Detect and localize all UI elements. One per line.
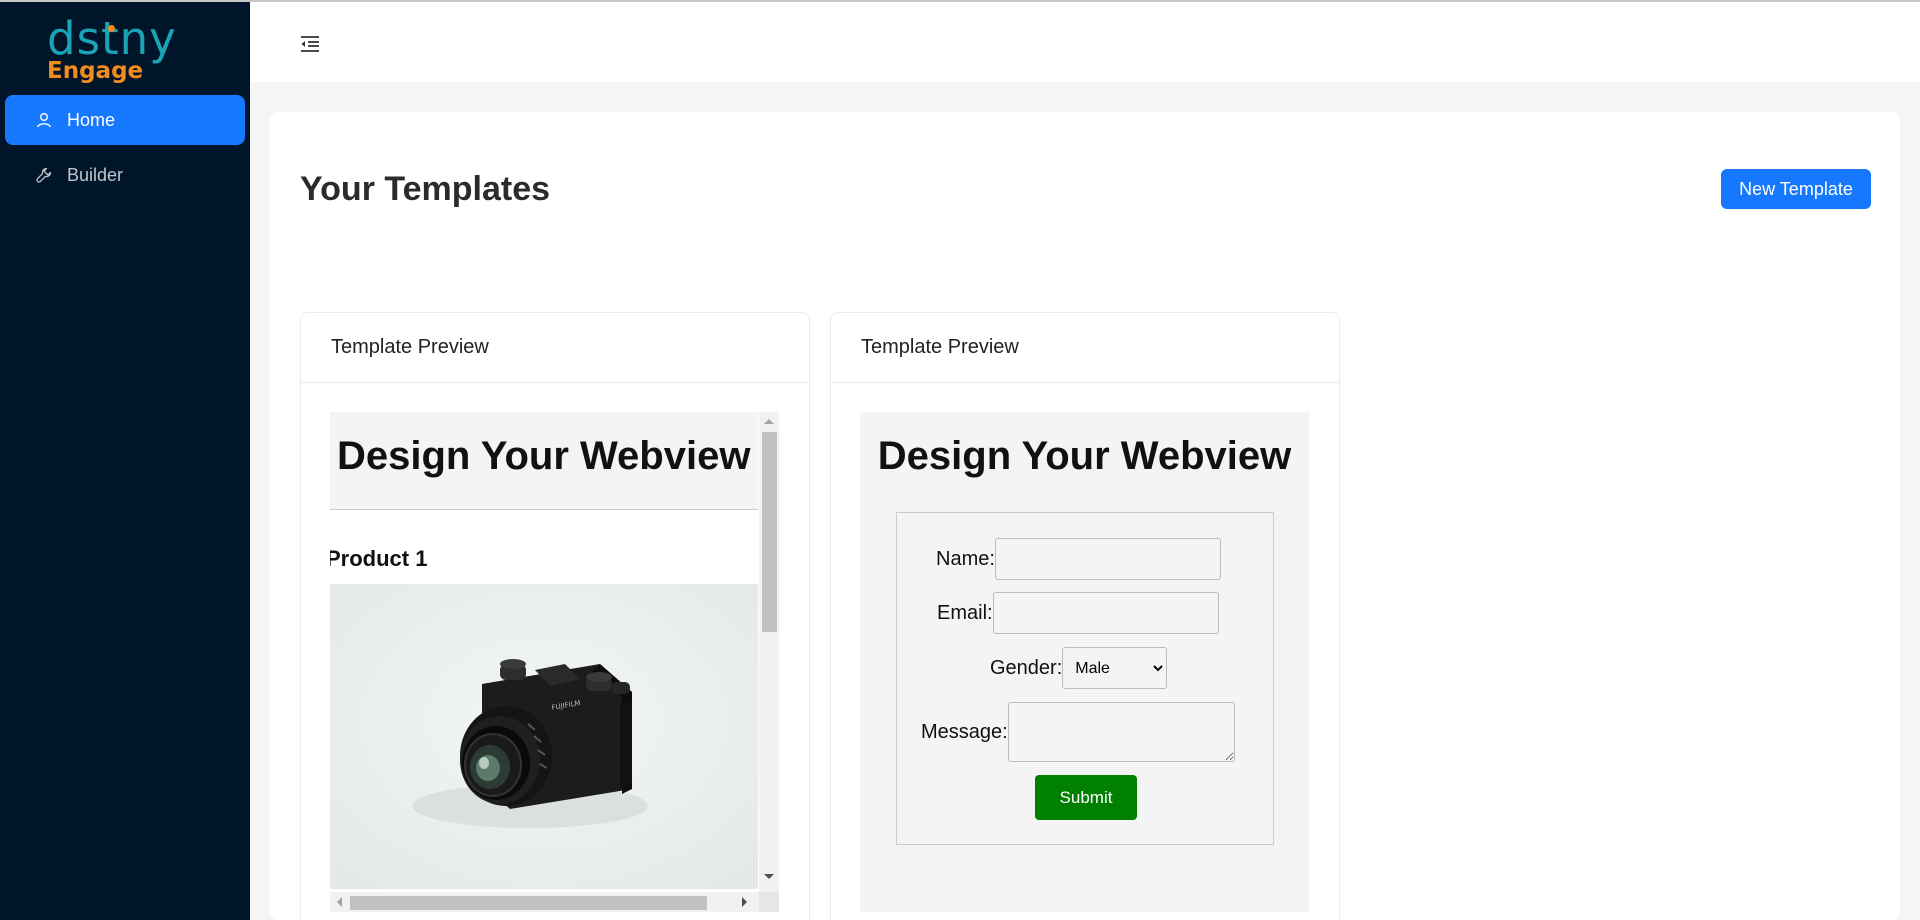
email-row: Email:: [937, 592, 1219, 634]
new-template-button[interactable]: New Template: [1721, 169, 1871, 209]
scrollbar-corner: [759, 892, 779, 912]
camera-photo: FUJIFILM: [330, 584, 758, 889]
message-row: Message:: [921, 702, 1235, 762]
gender-label: Gender:: [990, 656, 1063, 679]
scroll-up-icon[interactable]: [764, 414, 774, 424]
message-label: Message:: [921, 720, 1008, 743]
card-header: Template Preview: [301, 313, 809, 383]
email-label: Email:: [937, 601, 993, 624]
scroll-right-icon[interactable]: [742, 897, 752, 907]
sidebar-item-builder[interactable]: Builder: [5, 150, 245, 200]
sidebar: dstny Engage Home Builder: [0, 0, 250, 920]
card-title: Template Preview: [861, 336, 1019, 358]
name-field[interactable]: [994, 538, 1221, 580]
page-title: Your Templates: [300, 170, 551, 208]
wrench-icon: [35, 166, 53, 184]
sidebar-item-label: Builder: [67, 164, 124, 185]
template-preview-frame[interactable]: Design Your Webview Name: Email: Gender:…: [860, 412, 1309, 912]
scroll-down-icon[interactable]: [764, 874, 774, 884]
window-top-border: [0, 0, 1920, 2]
name-row: Name:: [936, 538, 1221, 580]
template-preview-frame[interactable]: Design Your Webview Product 1 FUJIFILM: [330, 412, 779, 912]
preview-vertical-scrollbar[interactable]: [759, 412, 779, 892]
card-header: Template Preview: [831, 313, 1339, 383]
gender-row: Gender: Male Female: [990, 647, 1168, 689]
name-label: Name:: [936, 547, 995, 570]
sidebar-item-home[interactable]: Home: [5, 95, 245, 145]
scrollbar-thumb[interactable]: [762, 432, 777, 632]
card-title: Template Preview: [331, 336, 489, 358]
scrollbar-thumb[interactable]: [350, 896, 707, 910]
scroll-left-icon[interactable]: [332, 897, 342, 907]
contact-form: Name: Email: Gender: Male Female Message…: [896, 512, 1274, 845]
user-icon: [35, 111, 53, 129]
gender-select[interactable]: Male Female: [1062, 647, 1168, 689]
template-card[interactable]: Template Preview Design Your Webview Nam…: [830, 312, 1340, 920]
preview-title-band: Design Your Webview: [330, 412, 758, 510]
template-card[interactable]: Template Preview Design Your Webview Pro…: [300, 312, 810, 920]
product-heading: Product 1: [330, 546, 428, 571]
brand-logo-subtitle: Engage: [47, 58, 144, 84]
sidebar-item-label: Home: [67, 109, 116, 130]
submit-button[interactable]: Submit: [1035, 775, 1137, 820]
top-header: [250, 2, 1920, 82]
menu-fold-icon[interactable]: [298, 32, 322, 56]
brand-logo-dot: [108, 25, 115, 32]
preview-horizontal-scrollbar[interactable]: [330, 892, 759, 912]
email-field[interactable]: [992, 592, 1219, 634]
main-content: Your Templates New Template Template Pre…: [270, 112, 1900, 920]
preview-title: Design Your Webview: [337, 434, 751, 478]
brand-logo: dstny Engage: [47, 14, 187, 85]
message-field[interactable]: [1007, 702, 1235, 762]
preview-title: Design Your Webview: [877, 434, 1292, 478]
